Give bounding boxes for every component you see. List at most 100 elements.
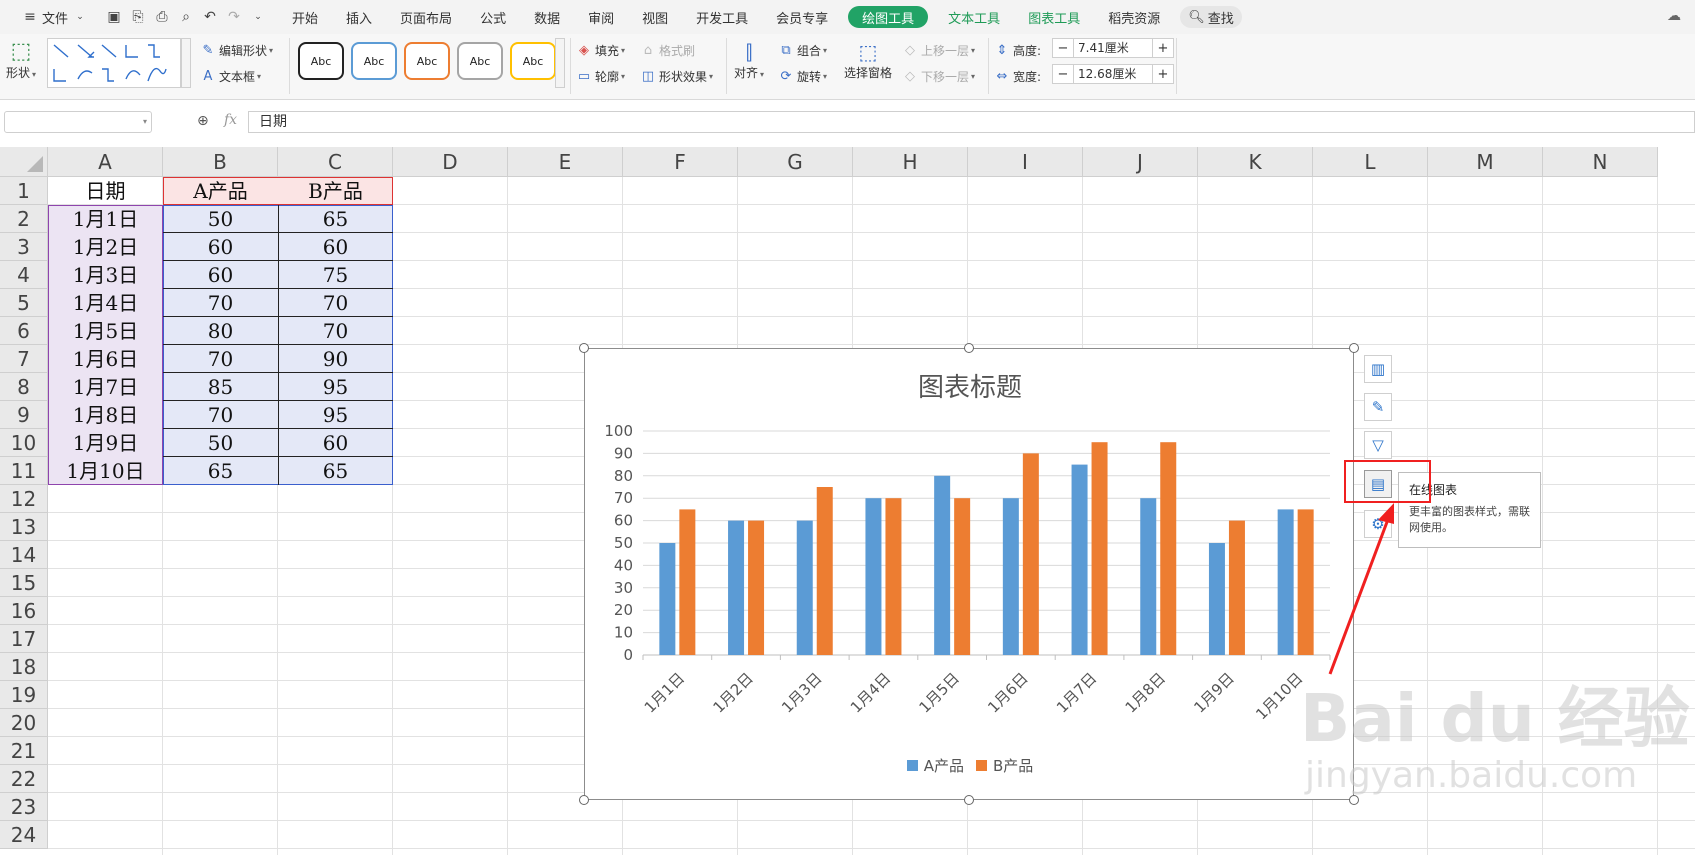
gallery-scrollbar[interactable] <box>181 38 191 88</box>
shape-effects-button[interactable]: ◫ 形状效果 ▾ <box>640 68 713 85</box>
column-header[interactable]: C <box>278 147 393 177</box>
row-header[interactable]: 10 <box>0 429 48 457</box>
row-header[interactable]: 9 <box>0 401 48 429</box>
name-box[interactable]: ▾ <box>4 111 152 133</box>
legend-item[interactable]: B产品 <box>975 755 1033 776</box>
data-cell[interactable]: 90 <box>278 345 393 373</box>
row-header[interactable]: 15 <box>0 569 48 597</box>
data-cell[interactable]: 50 <box>163 429 278 457</box>
column-header[interactable]: N <box>1543 147 1658 177</box>
row-header[interactable]: 5 <box>0 289 48 317</box>
resize-handle[interactable] <box>579 795 589 805</box>
align-button[interactable]: ⫿ 对齐 ▾ <box>734 40 764 81</box>
data-cell[interactable]: 60 <box>278 233 393 261</box>
row-header[interactable]: 6 <box>0 317 48 345</box>
chart-legend[interactable]: A产品 B产品 <box>585 755 1355 776</box>
data-cell[interactable]: 65 <box>278 457 393 485</box>
row-header[interactable]: 13 <box>0 513 48 541</box>
data-cell[interactable]: 80 <box>163 317 278 345</box>
shape-style-swatch[interactable]: Abc <box>457 42 503 80</box>
data-cell[interactable]: 70 <box>278 289 393 317</box>
data-cell[interactable]: 1月9日 <box>48 429 163 457</box>
column-header[interactable]: M <box>1428 147 1543 177</box>
shape-button[interactable]: ⬚ 形状 ▾ <box>6 40 36 81</box>
context-tab[interactable]: 绘图工具 <box>848 6 929 28</box>
data-cell[interactable]: 70 <box>278 317 393 345</box>
data-cell[interactable]: 1月2日 <box>48 233 163 261</box>
chart-filter-button[interactable]: ▽ <box>1364 431 1392 459</box>
width-decrease-button[interactable]: − <box>1053 65 1073 83</box>
width-increase-button[interactable]: + <box>1153 65 1173 83</box>
row-header[interactable]: 16 <box>0 597 48 625</box>
row-header[interactable]: 14 <box>0 541 48 569</box>
file-menu[interactable]: ≡ 文件 ⌄ <box>8 0 102 34</box>
menu-tab[interactable]: 会员专享 <box>762 8 842 27</box>
column-header[interactable]: F <box>623 147 738 177</box>
row-header[interactable]: 12 <box>0 485 48 513</box>
column-header[interactable]: K <box>1198 147 1313 177</box>
data-cell[interactable]: 1月6日 <box>48 345 163 373</box>
data-cell[interactable]: 1月8日 <box>48 401 163 429</box>
column-header[interactable]: D <box>393 147 508 177</box>
print-preview-icon[interactable]: ⌕ <box>177 8 195 26</box>
undo-icon[interactable]: ↶ <box>201 8 219 26</box>
data-cell[interactable]: 70 <box>163 345 278 373</box>
row-header[interactable]: 3 <box>0 233 48 261</box>
chart-settings-button[interactable]: ⚙ <box>1364 510 1392 538</box>
fill-button[interactable]: ◈ 填充 ▾ <box>576 42 625 59</box>
data-cell[interactable]: 65 <box>278 205 393 233</box>
row-header[interactable]: 19 <box>0 681 48 709</box>
row-header[interactable]: 8 <box>0 373 48 401</box>
header-cell[interactable]: B产品 <box>278 177 393 205</box>
format-painter-button[interactable]: ⌂ 格式刷 <box>640 42 695 59</box>
row-header[interactable]: 11 <box>0 457 48 485</box>
data-cell[interactable]: 75 <box>278 261 393 289</box>
zoom-icon[interactable]: ⊕ <box>197 113 209 129</box>
data-cell[interactable]: 1月7日 <box>48 373 163 401</box>
row-header[interactable]: 21 <box>0 737 48 765</box>
data-cell[interactable]: 50 <box>163 205 278 233</box>
height-value[interactable]: 7.41厘米 <box>1073 39 1153 57</box>
save-icon[interactable]: ▣ <box>105 8 123 26</box>
resize-handle[interactable] <box>1349 795 1359 805</box>
bring-forward-button[interactable]: ◇ 上移一层 ▾ <box>902 42 975 59</box>
row-header[interactable]: 24 <box>0 821 48 849</box>
resize-handle[interactable] <box>964 343 974 353</box>
data-cell[interactable]: 60 <box>163 233 278 261</box>
menu-tab[interactable]: 公式 <box>466 8 520 27</box>
shape-style-swatch[interactable]: Abc <box>510 42 556 80</box>
height-increase-button[interactable]: + <box>1153 39 1173 57</box>
resize-handle[interactable] <box>579 343 589 353</box>
data-cell[interactable]: 1月3日 <box>48 261 163 289</box>
group-button[interactable]: ⧉ 组合 ▾ <box>778 42 827 59</box>
chart-elements-button[interactable]: ▥ <box>1364 355 1392 383</box>
row-header[interactable]: 17 <box>0 625 48 653</box>
data-cell[interactable]: 70 <box>163 401 278 429</box>
width-stepper[interactable]: − 12.68厘米 + <box>1052 64 1174 84</box>
row-header[interactable]: 23 <box>0 793 48 821</box>
column-header[interactable]: L <box>1313 147 1428 177</box>
chart[interactable]: 图表标题 0 10 20 30 40 50 60 70 80 90 100 1月1日 1月2日 1月3日 1… <box>584 348 1354 800</box>
data-cell[interactable]: 60 <box>163 261 278 289</box>
column-header[interactable]: H <box>853 147 968 177</box>
style-gallery-scrollbar[interactable] <box>555 38 565 88</box>
shape-style-swatch[interactable]: Abc <box>351 42 397 80</box>
menu-tab[interactable]: 插入 <box>332 8 386 27</box>
chart-styles-button[interactable]: ✎ <box>1364 393 1392 421</box>
column-header[interactable]: G <box>738 147 853 177</box>
shape-style-swatch[interactable]: Abc <box>404 42 450 80</box>
resize-handle[interactable] <box>1349 343 1359 353</box>
row-header[interactable]: 1 <box>0 177 48 205</box>
shape-style-swatch[interactable]: Abc <box>298 42 344 80</box>
data-cell[interactable]: 1月1日 <box>48 205 163 233</box>
redo-icon[interactable]: ↷ <box>225 8 243 26</box>
edit-shape-button[interactable]: ✎ 编辑形状 ▾ <box>200 42 273 59</box>
data-cell[interactable]: 1月10日 <box>48 457 163 485</box>
rotate-button[interactable]: ⟳ 旋转 ▾ <box>778 68 827 85</box>
data-cell[interactable]: 60 <box>278 429 393 457</box>
height-decrease-button[interactable]: − <box>1053 39 1073 57</box>
menu-tab[interactable]: 审阅 <box>574 8 628 27</box>
data-cell[interactable]: 1月5日 <box>48 317 163 345</box>
column-header[interactable]: I <box>968 147 1083 177</box>
select-all-corner[interactable] <box>0 147 48 177</box>
